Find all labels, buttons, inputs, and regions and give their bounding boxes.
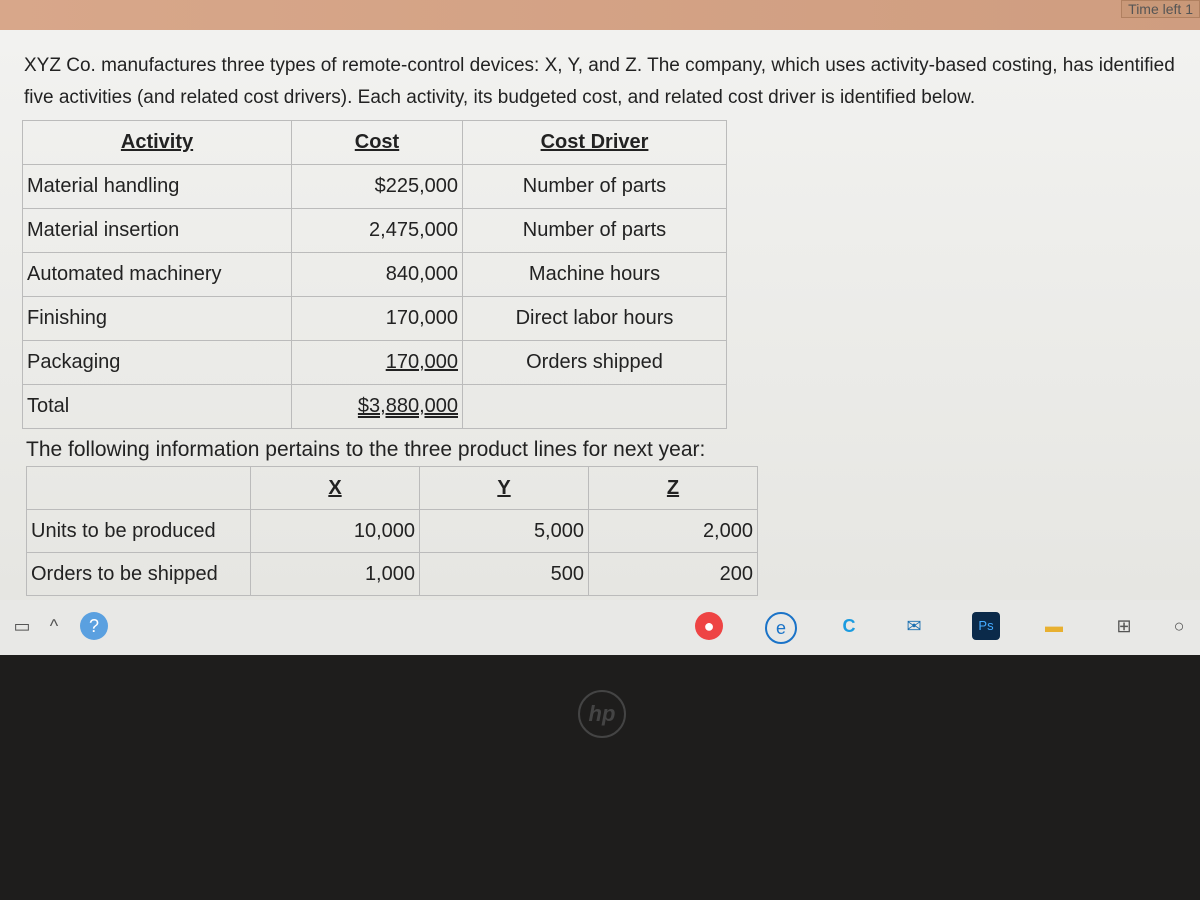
cell: 840,000 bbox=[291, 252, 463, 297]
tablet-icon[interactable]: ▭ bbox=[8, 612, 36, 640]
table-row: Material insertion 2,475,000 Number of par… bbox=[22, 208, 727, 253]
cell: Number of parts bbox=[462, 208, 727, 253]
cell: Automated machinery bbox=[22, 252, 292, 297]
cell: Units to be produced bbox=[26, 509, 251, 553]
edge-legacy-icon[interactable]: e bbox=[765, 612, 797, 644]
cell: Material insertion bbox=[22, 208, 292, 253]
table-row: Material handling $225,000 Number of parts bbox=[22, 164, 727, 209]
cell: $225,000 bbox=[291, 164, 463, 209]
cell: Packaging bbox=[22, 340, 292, 385]
file-explorer-icon[interactable]: ▬ bbox=[1040, 612, 1068, 640]
table-row: Packaging 170,000 Orders shipped bbox=[22, 340, 727, 385]
cell: Material handling bbox=[22, 164, 292, 209]
cell: 500 bbox=[419, 552, 589, 596]
header-z: Z bbox=[588, 466, 758, 510]
question-content: XYZ Co. manufactures three types of remo… bbox=[0, 30, 1200, 600]
cortana-icon[interactable]: ○ bbox=[1165, 612, 1193, 640]
chevron-up-icon[interactable]: ^ bbox=[40, 612, 68, 640]
cell: Finishing bbox=[22, 296, 292, 341]
table-row-total: Total $3,880,000 bbox=[22, 384, 727, 429]
products-intro: The following information pertains to th… bbox=[26, 438, 706, 461]
task-view-icon[interactable]: ⊞ bbox=[1110, 612, 1138, 640]
table-header: X Y Z bbox=[26, 466, 758, 510]
cell: Total bbox=[22, 384, 292, 429]
quiz-header: Time left 1 bbox=[0, 0, 1200, 30]
cell: 5,000 bbox=[419, 509, 589, 553]
cell: 170,000 bbox=[291, 296, 463, 341]
cell: 1,000 bbox=[250, 552, 420, 596]
cell: 200 bbox=[588, 552, 758, 596]
cell: Orders to be shipped bbox=[26, 552, 251, 596]
table-header: Activity Cost Cost Driver bbox=[22, 120, 727, 165]
hp-logo: hp bbox=[578, 690, 626, 738]
photoshop-icon[interactable]: Ps bbox=[972, 612, 1000, 640]
question-intro: XYZ Co. manufactures three types of remo… bbox=[24, 55, 1175, 108]
chrome-icon[interactable]: ● bbox=[695, 612, 723, 640]
cell: Number of parts bbox=[462, 164, 727, 209]
time-left: Time left 1 bbox=[1121, 0, 1200, 18]
header-cost: Cost bbox=[291, 120, 463, 165]
cell: Machine hours bbox=[462, 252, 727, 297]
table-row: Units to be produced 10,000 5,000 2,000 bbox=[26, 509, 758, 553]
table-row: Automated machinery 840,000 Machine hours bbox=[22, 252, 727, 297]
cell: 10,000 bbox=[250, 509, 420, 553]
mail-icon[interactable]: ✉ bbox=[900, 612, 928, 640]
help-icon[interactable]: ? bbox=[80, 612, 108, 640]
activities-table: Activity Cost Cost Driver Material handl… bbox=[22, 120, 727, 429]
taskbar: ▭ ^ ? ● e C ✉ Ps ▬ ⊞ ○ bbox=[0, 600, 1200, 655]
header-activity: Activity bbox=[22, 120, 292, 165]
cell: 2,475,000 bbox=[291, 208, 463, 253]
table-row: Orders to be shipped 1,000 500 200 bbox=[26, 552, 758, 596]
cell: 170,000 bbox=[291, 340, 463, 385]
cell: 2,000 bbox=[588, 509, 758, 553]
header-y: Y bbox=[419, 466, 589, 510]
table-row: Finishing 170,000 Direct labor hours bbox=[22, 296, 727, 341]
header-x: X bbox=[250, 466, 420, 510]
cell bbox=[462, 384, 727, 429]
header-blank bbox=[26, 466, 251, 510]
cell: $3,880,000 bbox=[291, 384, 463, 429]
products-table: X Y Z Units to be produced 10,000 5,000 2,0… bbox=[26, 466, 758, 596]
cell: Orders shipped bbox=[462, 340, 727, 385]
header-cost-driver: Cost Driver bbox=[462, 120, 727, 165]
cell: Direct labor hours bbox=[462, 296, 727, 341]
edge-icon[interactable]: C bbox=[835, 612, 863, 640]
